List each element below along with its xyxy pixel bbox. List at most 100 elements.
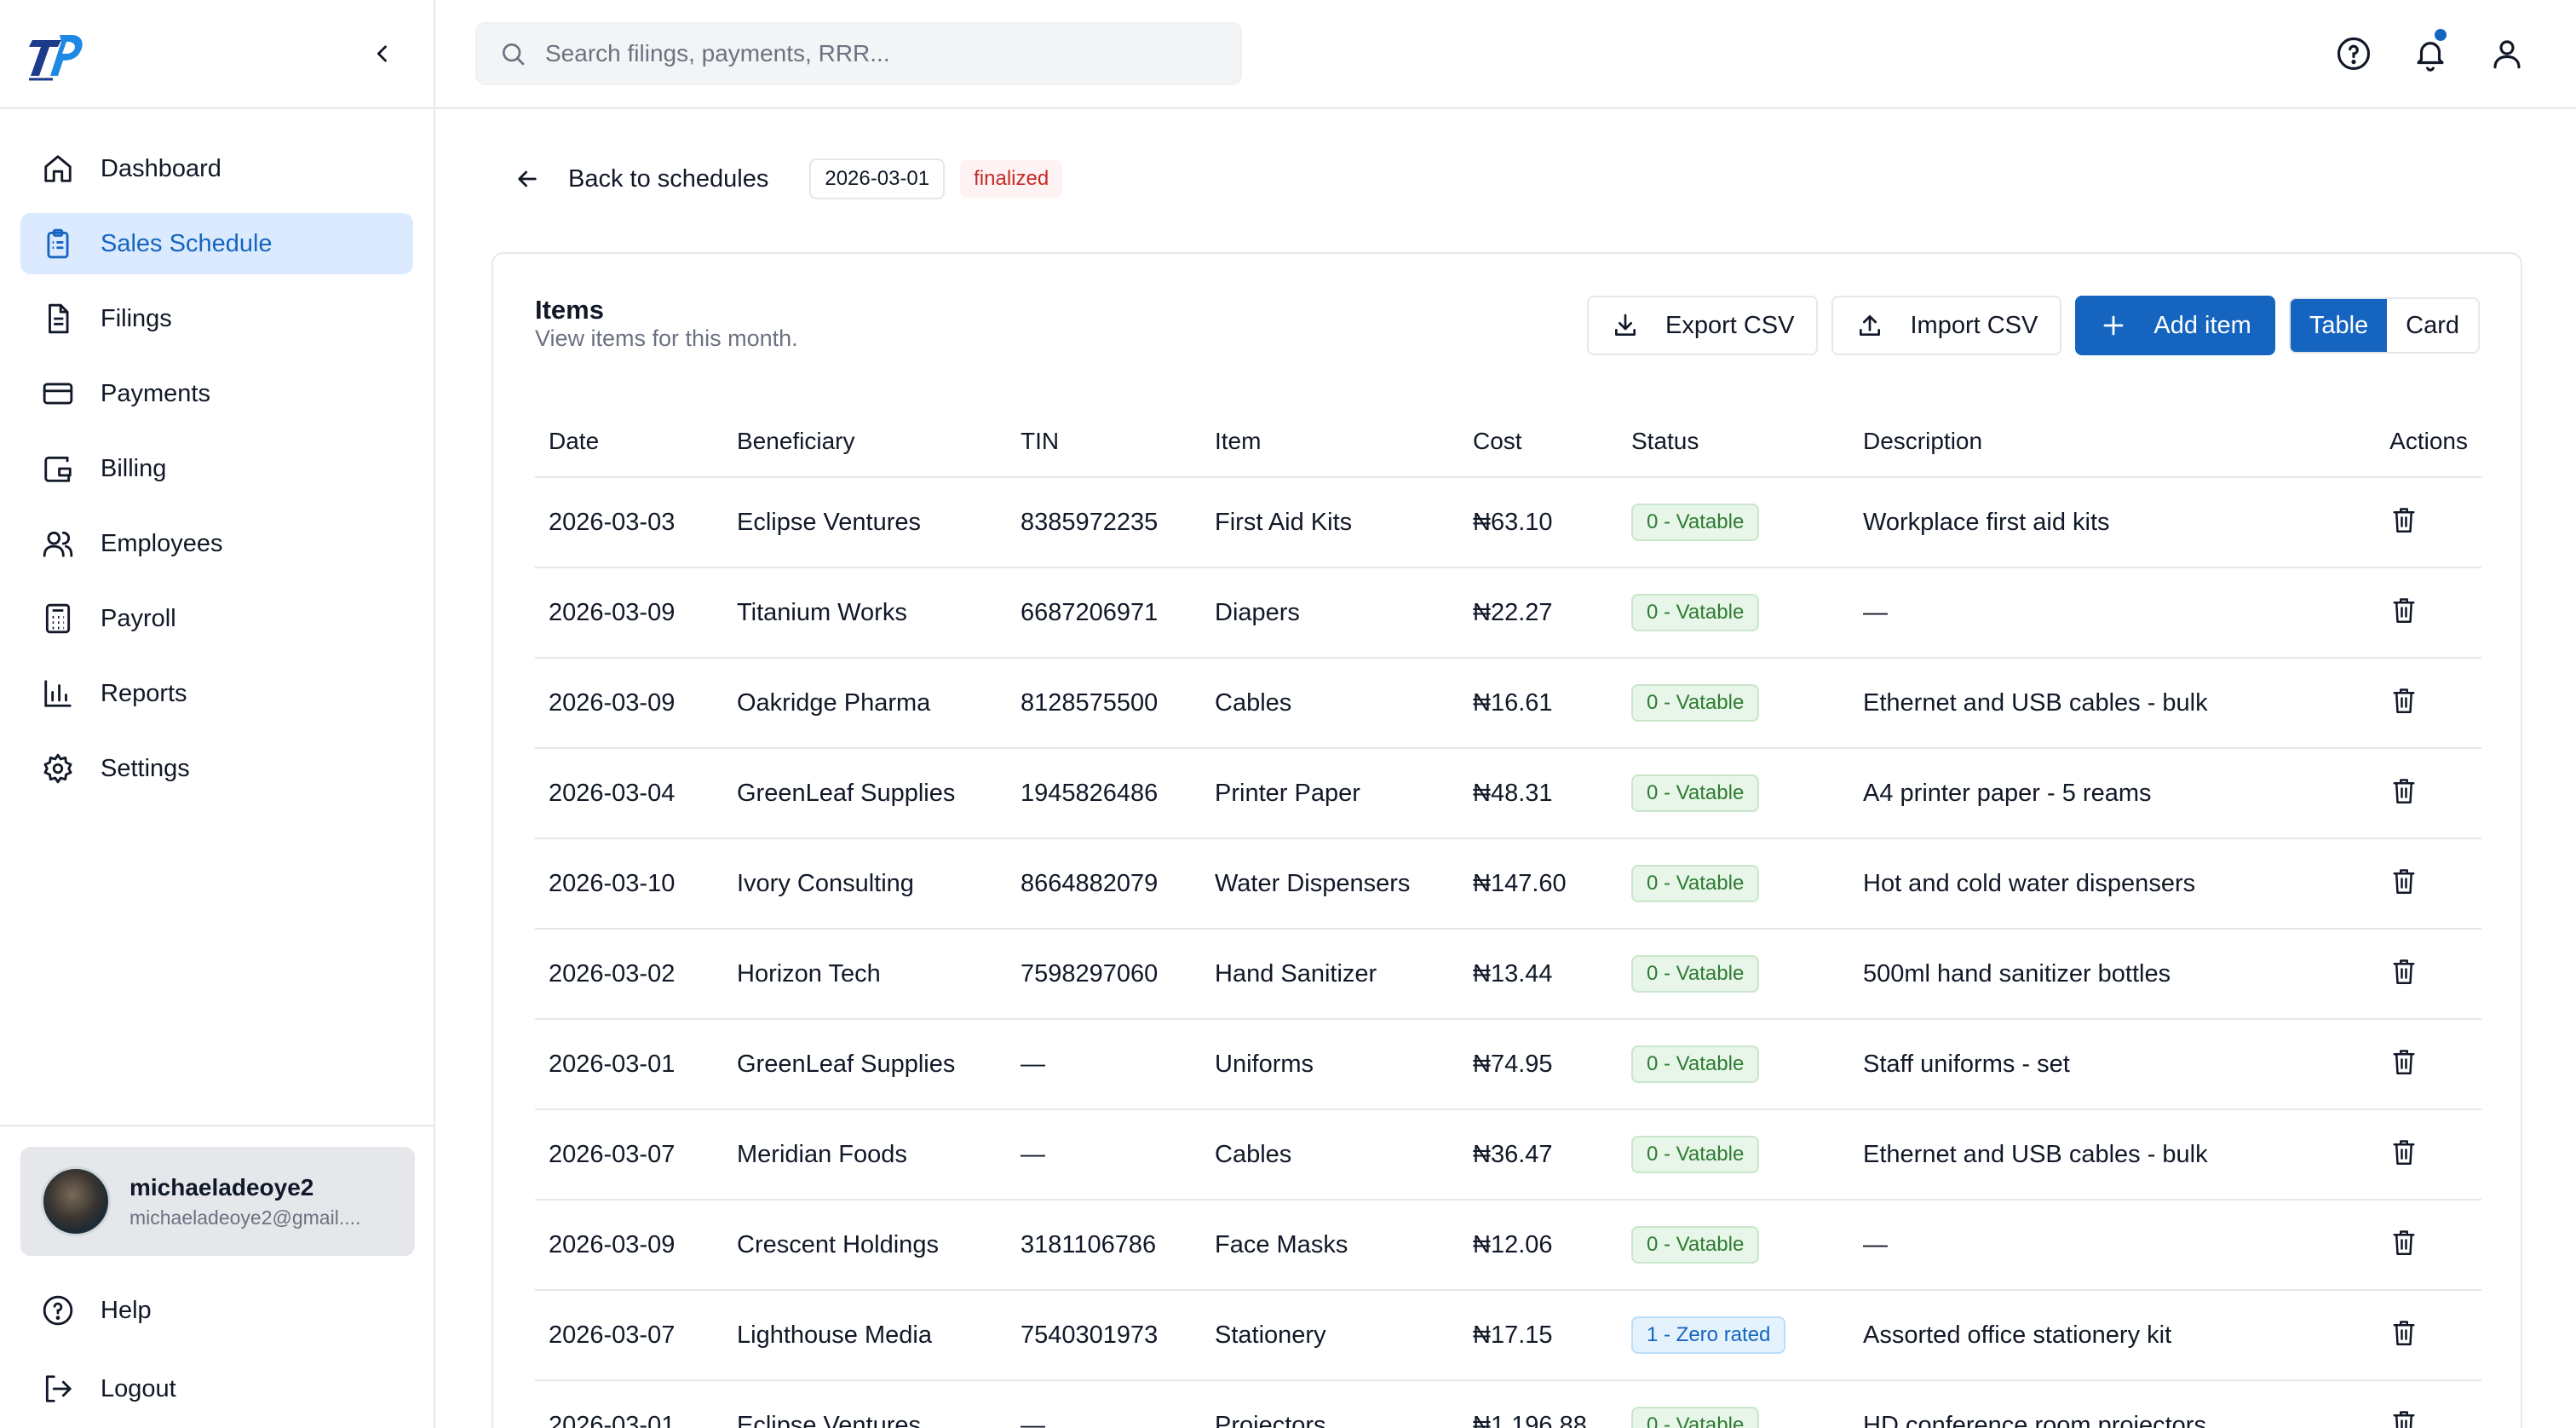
delete-row-button[interactable] — [2389, 1045, 2418, 1078]
sidebar-item-billing[interactable]: Billing — [20, 438, 413, 499]
cell-cost: ₦22.27 — [1459, 567, 1618, 659]
table-row[interactable]: 2026-03-03 Eclipse Ventures 8385972235 Firs… — [535, 477, 2481, 568]
cell-item: Hand Sanitizer — [1201, 929, 1459, 1020]
collapse-sidebar-button[interactable] — [365, 37, 400, 71]
view-table-button[interactable]: Table — [2290, 299, 2388, 352]
cell-actions — [2326, 1200, 2481, 1291]
status-badge: 0 - Vatable — [1631, 1136, 1760, 1173]
sidebar-item-label: Payroll — [101, 604, 176, 632]
trash-icon — [2393, 779, 2415, 803]
column-header[interactable]: Cost — [1459, 406, 1618, 478]
cell-actions — [2326, 567, 2481, 659]
cell-status: 0 - Vatable — [1618, 477, 1849, 568]
column-header[interactable]: TIN — [1007, 406, 1201, 478]
cell-beneficiary: Eclipse Ventures — [723, 477, 1007, 568]
trash-icon — [2393, 1140, 2415, 1165]
trash-icon — [2393, 688, 2415, 713]
back-to-schedules-link[interactable]: Back to schedules — [568, 165, 768, 193]
delete-row-button[interactable] — [2389, 504, 2418, 536]
bar-chart-icon — [41, 677, 75, 711]
cell-cost: ₦1,196.88 — [1459, 1380, 1618, 1428]
sidebar-item-employees[interactable]: Employees — [20, 513, 413, 574]
cell-beneficiary: Lighthouse Media — [723, 1290, 1007, 1381]
table-row[interactable]: 2026-03-10 Ivory Consulting 8664882079 Wate… — [535, 838, 2481, 930]
help-button[interactable] — [2336, 32, 2372, 75]
status-badge: 0 - Vatable — [1631, 774, 1760, 812]
avatar — [41, 1166, 111, 1236]
view-card-button[interactable]: Card — [2387, 299, 2478, 352]
help-label: Help — [101, 1296, 152, 1324]
search-box[interactable] — [475, 22, 1242, 85]
delete-row-button[interactable] — [2389, 1226, 2418, 1258]
plus-icon — [2099, 311, 2128, 340]
cell-date: 2026-03-04 — [535, 748, 723, 839]
delete-row-button[interactable] — [2389, 594, 2418, 626]
card-actions: Export CSV Import CSV Add item Table Car… — [1586, 296, 2480, 355]
table-row[interactable]: 2026-03-01 GreenLeaf Supplies — Uniforms ₦74… — [535, 1019, 2481, 1110]
sidebar-item-label: Reports — [101, 679, 187, 707]
logout-link[interactable]: Logout — [20, 1350, 415, 1428]
logout-icon — [41, 1372, 75, 1406]
export-csv-button[interactable]: Export CSV — [1586, 296, 1819, 355]
cell-actions — [2326, 748, 2481, 839]
cell-item: Diapers — [1201, 567, 1459, 659]
cell-actions — [2326, 658, 2481, 749]
table-row[interactable]: 2026-03-09 Oakridge Pharma 8128575500 Cable… — [535, 658, 2481, 749]
search-icon — [503, 43, 525, 66]
table-row[interactable]: 2026-03-09 Titanium Works 6687206971 Diaper… — [535, 567, 2481, 659]
delete-row-button[interactable] — [2389, 1316, 2418, 1349]
credit-card-icon — [41, 377, 75, 411]
sidebar-item-reports[interactable]: Reports — [20, 663, 413, 724]
sidebar-item-payroll[interactable]: Payroll — [20, 588, 413, 649]
sidebar-item-filings[interactable]: Filings — [20, 288, 413, 349]
column-header[interactable]: Beneficiary — [723, 406, 1007, 478]
cell-item: Printer Paper — [1201, 748, 1459, 839]
logo — [29, 35, 83, 81]
column-header[interactable]: Date — [535, 406, 723, 478]
table-row[interactable]: 2026-03-01 Eclipse Ventures — Projectors ₦1,… — [535, 1380, 2481, 1428]
cell-status: 0 - Vatable — [1618, 1109, 1849, 1201]
table-row[interactable]: 2026-03-07 Lighthouse Media 7540301973 Stat… — [535, 1290, 2481, 1381]
table-row[interactable]: 2026-03-07 Meridian Foods — Cables ₦36.47 0 -… — [535, 1109, 2481, 1201]
search-input[interactable] — [545, 40, 1210, 67]
back-button[interactable] — [512, 164, 543, 194]
calculator-icon — [41, 602, 75, 636]
table-row[interactable]: 2026-03-09 Crescent Holdings 3181106786 Fac… — [535, 1200, 2481, 1291]
sidebar-item-dashboard[interactable]: Dashboard — [20, 138, 413, 199]
user-profile-card[interactable]: michaeladeoye2 michaeladeoye2@gmail.... — [20, 1147, 415, 1256]
cell-beneficiary: Eclipse Ventures — [723, 1380, 1007, 1428]
delete-row-button[interactable] — [2389, 1136, 2418, 1168]
notifications-button[interactable] — [2412, 29, 2448, 75]
cell-status: 0 - Vatable — [1618, 748, 1849, 839]
table-body: 2026-03-03 Eclipse Ventures 8385972235 Firs… — [535, 477, 2481, 1428]
import-csv-button[interactable]: Import CSV — [1831, 296, 2062, 355]
delete-row-button[interactable] — [2389, 955, 2418, 988]
column-header[interactable]: Item — [1201, 406, 1459, 478]
add-item-button[interactable]: Add item — [2075, 296, 2275, 355]
delete-row-button[interactable] — [2389, 865, 2418, 897]
profile-button[interactable] — [2489, 32, 2525, 75]
cell-tin: 8385972235 — [1007, 477, 1201, 568]
sidebar: Dashboard Sales Schedule Filings Payment… — [0, 0, 435, 1428]
notification-dot — [2435, 29, 2447, 41]
sidebar-item-sales-schedule[interactable]: Sales Schedule — [20, 213, 413, 274]
cell-tin: — — [1007, 1019, 1201, 1110]
table-row[interactable]: 2026-03-02 Horizon Tech 7598297060 Hand San… — [535, 929, 2481, 1020]
sidebar-item-settings[interactable]: Settings — [20, 738, 413, 799]
cell-description: HD conference room projectors — [1849, 1380, 2326, 1428]
column-header[interactable]: Description — [1849, 406, 2326, 478]
cell-beneficiary: Titanium Works — [723, 567, 1007, 659]
cell-tin: — — [1007, 1109, 1201, 1201]
cell-date: 2026-03-07 — [535, 1290, 723, 1381]
table-row[interactable]: 2026-03-04 GreenLeaf Supplies 1945826486 Pr… — [535, 748, 2481, 839]
cell-description: A4 printer paper - 5 reams — [1849, 748, 2326, 839]
cell-cost: ₦74.95 — [1459, 1019, 1618, 1110]
cell-item: Stationery — [1201, 1290, 1459, 1381]
delete-row-button[interactable] — [2389, 774, 2418, 807]
help-link[interactable]: Help — [20, 1271, 415, 1350]
cell-beneficiary: Horizon Tech — [723, 929, 1007, 1020]
column-header[interactable]: Status — [1618, 406, 1849, 478]
delete-row-button[interactable] — [2389, 1407, 2418, 1428]
delete-row-button[interactable] — [2389, 684, 2418, 717]
sidebar-item-payments[interactable]: Payments — [20, 363, 413, 424]
